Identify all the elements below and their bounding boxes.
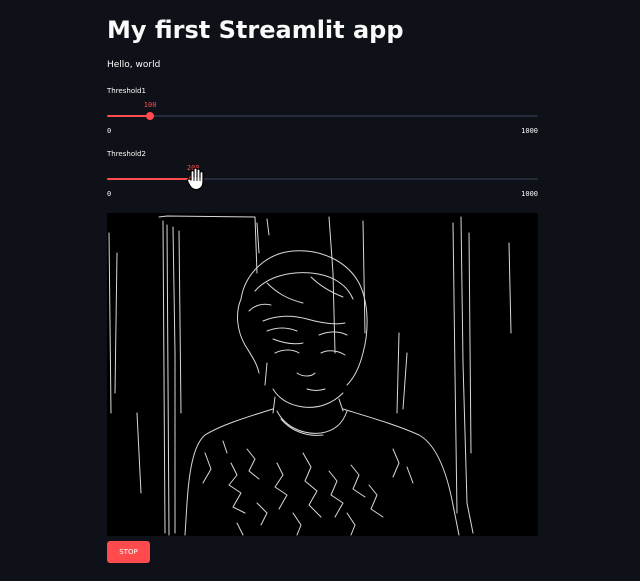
- threshold2-max-label: 1000: [521, 190, 538, 198]
- threshold1-track[interactable]: [107, 112, 538, 120]
- page-title: My first Streamlit app: [107, 16, 404, 44]
- threshold2-slider: Threshold2 200 0 1000: [107, 150, 538, 200]
- threshold1-max-label: 1000: [521, 127, 538, 135]
- streamlit-app: My first Streamlit app Hello, world Thre…: [0, 0, 640, 581]
- threshold1-label: Threshold1: [107, 87, 146, 95]
- threshold1-thumb[interactable]: [146, 112, 155, 120]
- threshold2-track[interactable]: [107, 175, 538, 183]
- threshold1-min-label: 0: [107, 127, 112, 135]
- grab-hand-icon: [186, 167, 204, 191]
- greeting-text: Hello, world: [107, 60, 161, 70]
- stop-button[interactable]: STOP: [107, 541, 150, 563]
- threshold1-value: 100: [143, 101, 157, 109]
- threshold1-slider: Threshold1 100 0 1000: [107, 87, 538, 137]
- threshold2-min-label: 0: [107, 190, 112, 198]
- video-frame: [107, 213, 538, 536]
- threshold1-fill: [107, 115, 151, 117]
- threshold2-label: Threshold2: [107, 150, 146, 158]
- edge-detected-webcam-frame-icon: [108, 215, 512, 536]
- threshold2-fill: [107, 178, 194, 180]
